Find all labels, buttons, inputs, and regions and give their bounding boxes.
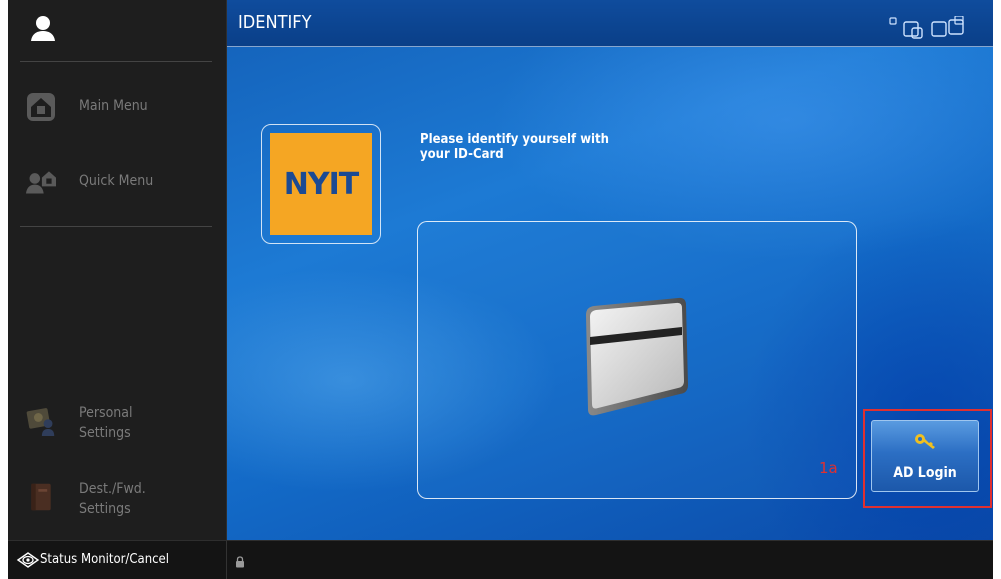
window-mode-icons	[889, 16, 964, 39]
instruction-text: Please identify yourself with your ID-Ca…	[420, 132, 609, 162]
sidebar-item-dest-fwd-settings[interactable]: Dest./Fwd. Settings	[20, 474, 220, 522]
sidebar-item-quick-menu[interactable]: Quick Menu	[20, 159, 220, 207]
annotation-label: 1a	[819, 459, 838, 477]
ad-login-highlight: AD Login	[863, 409, 992, 508]
sidebar-item-label: Dest./Fwd. Settings	[79, 481, 146, 517]
sidebar: Main Menu Quick Menu Personal Settings D…	[8, 0, 227, 540]
sidebar-item-personal-settings[interactable]: Personal Settings	[20, 398, 220, 446]
organization-logo-frame: NYIT	[261, 124, 381, 244]
key-icon	[915, 434, 935, 449]
logo-text: NYIT	[283, 166, 359, 202]
sidebar-item-main-menu[interactable]: Main Menu	[20, 84, 220, 132]
user-icon[interactable]	[29, 14, 57, 42]
sidebar-divider	[20, 61, 212, 62]
device-screen: Main Menu Quick Menu Personal Settings D…	[8, 0, 993, 579]
status-bar: Status Monitor/Cancel	[8, 540, 993, 579]
title-bar: IDENTIFY	[227, 0, 993, 47]
sidebar-item-label: Main Menu	[79, 98, 148, 114]
ad-login-label: AD Login	[893, 465, 957, 481]
lock-icon	[236, 556, 244, 568]
sidebar-divider	[20, 226, 212, 227]
organization-logo: NYIT	[270, 133, 372, 235]
sidebar-item-label: Personal Settings	[79, 405, 133, 441]
sidebar-item-label: Quick Menu	[79, 173, 154, 189]
status-monitor-label: Status Monitor/Cancel	[40, 552, 170, 567]
status-monitor-button[interactable]: Status Monitor/Cancel	[8, 541, 227, 579]
page-title: IDENTIFY	[238, 12, 312, 33]
identify-panel: IDENTIFY NYIT Please identify yourself w…	[227, 0, 993, 540]
home-icon	[27, 93, 55, 121]
id-card-reader-panel	[417, 221, 857, 499]
status-monitor-icon	[16, 552, 40, 568]
id-card-icon	[586, 297, 688, 416]
quick-menu-icon	[26, 171, 56, 194]
address-book-icon	[31, 483, 51, 511]
ad-login-button[interactable]: AD Login	[871, 420, 979, 492]
personal-settings-icon	[26, 408, 55, 436]
